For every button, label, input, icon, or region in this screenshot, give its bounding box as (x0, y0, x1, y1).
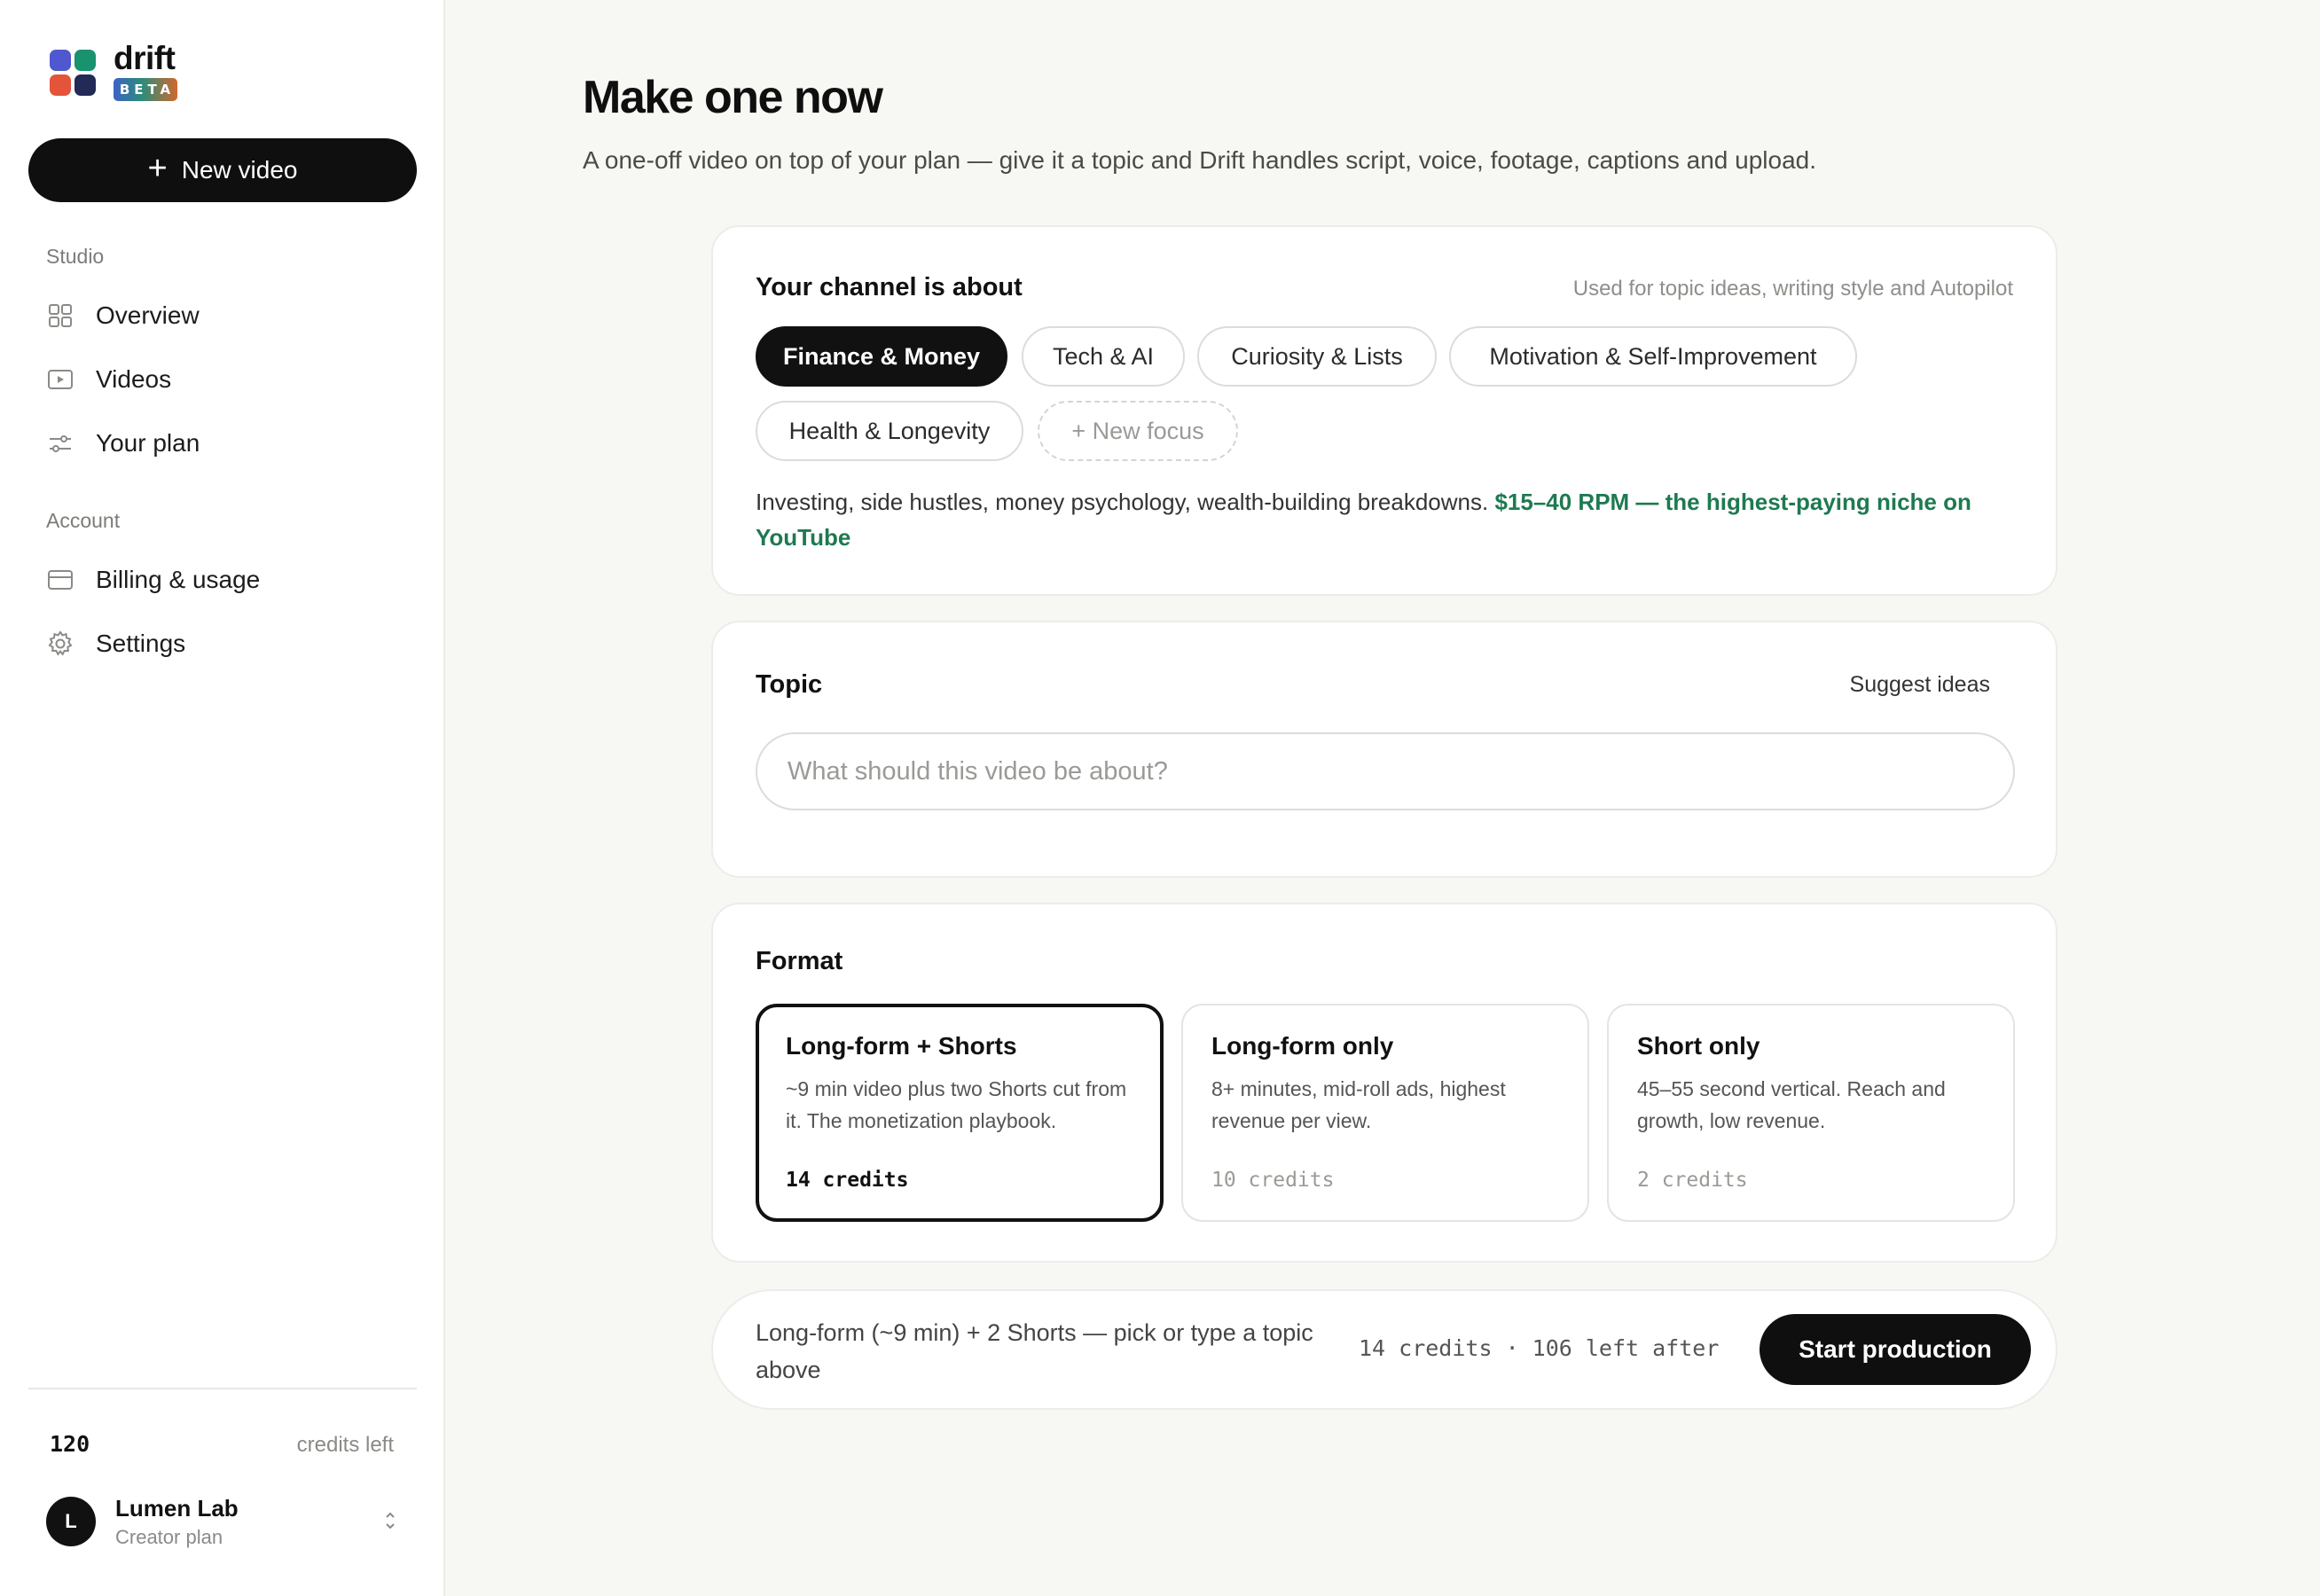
credits-count: 120 (50, 1431, 90, 1457)
chip-health-longevity[interactable]: Health & Longevity (756, 401, 1023, 461)
plus-icon: + (147, 150, 168, 187)
suggest-ideas-button[interactable]: Suggest ideas (1850, 672, 1990, 698)
sidebar-item-label: Videos (96, 365, 172, 393)
format-option-cost: 14 credits (786, 1169, 909, 1192)
chip-motivation[interactable]: Motivation & Self-Improvement (1449, 326, 1857, 387)
logo-square-1 (50, 50, 71, 71)
sidebar-item-billing[interactable]: Billing & usage (46, 562, 260, 598)
channel-card-title: Your channel is about (756, 273, 1023, 301)
format-option-longform-shorts[interactable]: Long-form + Shorts ~9 min video plus two… (756, 1004, 1164, 1222)
sidebar: drift BETA + New video Studio Overview V… (0, 0, 445, 1596)
sidebar-item-settings[interactable]: Settings (46, 626, 185, 661)
nav-section-account: Account (46, 509, 121, 532)
sidebar-item-label: Overview (96, 301, 200, 329)
page-subtitle: A one-off video on top of your plan — gi… (583, 146, 1817, 174)
format-card-title: Format (756, 947, 843, 975)
format-option-cost: 10 credits (1211, 1169, 1335, 1192)
format-option-short-only[interactable]: Short only 45–55 second vertical. Reach … (1607, 1004, 2015, 1222)
sidebar-item-your-plan[interactable]: Your plan (46, 426, 200, 461)
logo-square-2 (74, 50, 96, 71)
brand-text: drift BETA (114, 41, 177, 101)
channel-card-hint: Used for topic ideas, writing style and … (1572, 277, 2013, 301)
app-root: drift BETA + New video Studio Overview V… (0, 0, 2320, 1596)
sidebar-item-label: Your plan (96, 429, 200, 457)
format-card: Format Long-form + Shorts ~9 min video p… (711, 903, 2057, 1263)
brand-name: drift (114, 40, 176, 76)
avatar: L (46, 1497, 96, 1546)
logo-square-3 (50, 74, 71, 96)
credits-label: credits left (296, 1433, 394, 1457)
format-option-desc: ~9 min video plus two Shorts cut from it… (786, 1077, 1127, 1132)
new-video-button[interactable]: + New video (28, 138, 417, 202)
page-title: Make one now (583, 72, 883, 123)
chevron-up-down-icon (383, 1509, 397, 1537)
format-option-desc: 45–55 second vertical. Reach and growth,… (1637, 1077, 1946, 1132)
production-summary: Long-form (~9 min) + 2 Shorts — pick or … (756, 1319, 1313, 1383)
beta-badge: BETA (114, 78, 177, 101)
format-option-title: Long-form only (1211, 1032, 1394, 1060)
topic-input[interactable] (756, 732, 2015, 810)
sidebar-item-videos[interactable]: Videos (46, 362, 171, 397)
nav-section-studio: Studio (46, 245, 105, 268)
topic-card: Topic Suggest ideas (711, 621, 2057, 878)
account-name: Lumen Lab (115, 1494, 239, 1522)
chip-tech-ai[interactable]: Tech & AI (1022, 326, 1185, 387)
format-option-title: Long-form + Shorts (786, 1032, 1017, 1060)
logo-square-4 (74, 74, 96, 96)
account-text: Lumen Lab Creator plan (115, 1495, 239, 1549)
main-content: Make one now A one-off video on top of y… (445, 0, 2320, 1596)
format-option-cost: 2 credits (1637, 1169, 1748, 1192)
chip-finance-money[interactable]: Finance & Money (756, 326, 1007, 387)
format-option-title: Short only (1637, 1032, 1760, 1060)
gear-icon (46, 630, 74, 658)
start-production-button[interactable]: Start production (1760, 1314, 2031, 1385)
new-video-label: New video (181, 156, 298, 184)
sliders-icon (46, 429, 74, 458)
production-cost: 14 credits · 106 left after (1359, 1335, 1720, 1361)
grid-icon (46, 301, 74, 330)
niche-description: Investing, side hustles, money psycholog… (756, 484, 2015, 555)
account-plan: Creator plan (115, 1525, 223, 1548)
sidebar-item-label: Billing & usage (96, 566, 261, 593)
account-switcher[interactable]: L Lumen Lab Creator plan (46, 1493, 404, 1550)
logo-icon (50, 50, 96, 96)
chip-curiosity-lists[interactable]: Curiosity & Lists (1197, 326, 1437, 387)
sidebar-item-label: Settings (96, 630, 186, 657)
format-option-desc: 8+ minutes, mid-roll ads, highest revenu… (1211, 1077, 1506, 1132)
topic-card-title: Topic (756, 670, 823, 699)
production-bar: Long-form (~9 min) + 2 Shorts — pick or … (711, 1289, 2057, 1410)
sidebar-divider (28, 1388, 417, 1389)
new-focus-button[interactable]: + New focus (1038, 401, 1238, 461)
card-icon (46, 566, 74, 594)
niche-description-text: Investing, side hustles, money psycholog… (756, 489, 1489, 515)
play-icon (46, 365, 74, 394)
format-option-longform-only[interactable]: Long-form only 8+ minutes, mid-roll ads,… (1181, 1004, 1589, 1222)
sidebar-item-overview[interactable]: Overview (46, 298, 200, 333)
channel-card: Your channel is about Used for topic ide… (711, 225, 2057, 596)
brand[interactable]: drift BETA (50, 41, 177, 101)
